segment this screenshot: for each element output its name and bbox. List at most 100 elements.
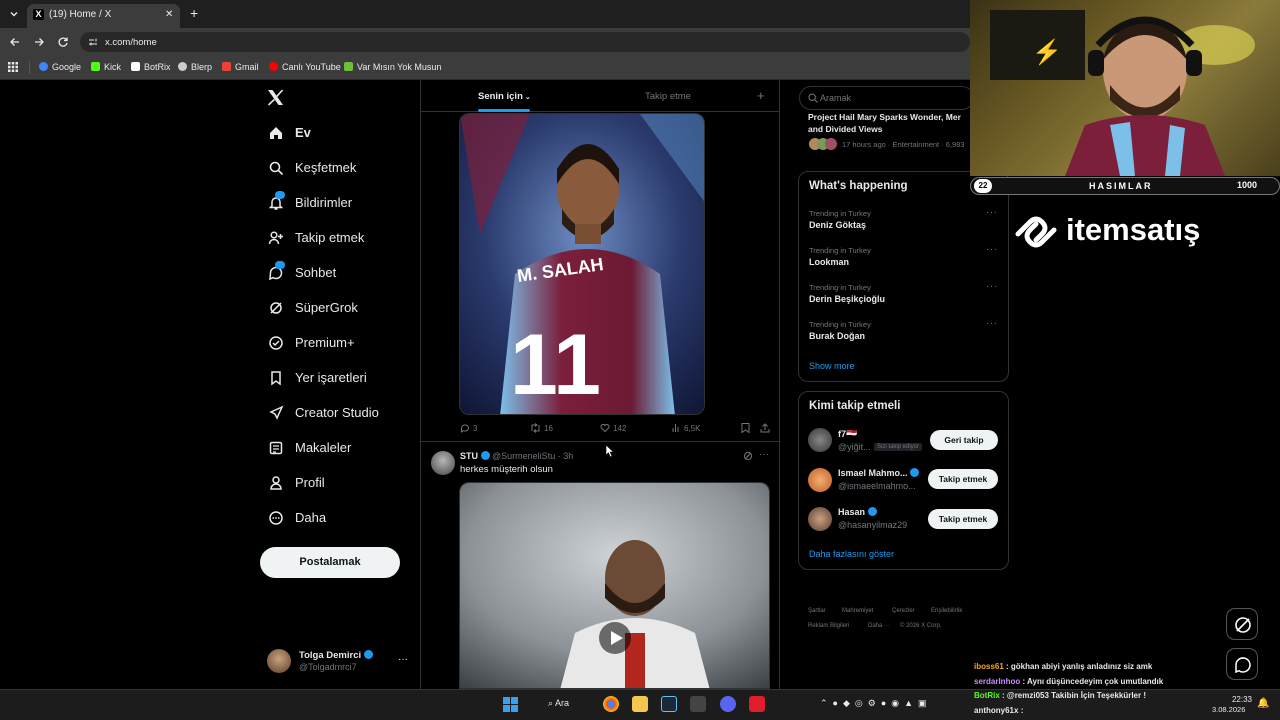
suggest-name-3[interactable]: Hasan	[838, 507, 877, 517]
taskbar-search[interactable]: ⌕ Ara	[548, 698, 569, 709]
new-tab-button[interactable]: +	[190, 5, 198, 21]
x-favicon-icon: X	[33, 9, 44, 20]
bookmark-icon	[268, 370, 284, 386]
notification-icon[interactable]: 🔔	[1257, 698, 1269, 709]
trend-more-icon[interactable]: ···	[986, 281, 998, 292]
tweet-image[interactable]: M. SALAH 11	[459, 113, 705, 415]
trend-more-icon[interactable]: ···	[986, 244, 998, 255]
bookmark-blerp[interactable]: Blerp	[178, 62, 212, 72]
footer-accessibility[interactable]: Erişilebilirlik	[931, 608, 962, 614]
sidebar-item-label: Yer işaretleri	[295, 370, 367, 385]
steam-icon[interactable]	[661, 696, 677, 712]
url-field[interactable]: x.com/home	[80, 32, 970, 52]
news-card[interactable]: Project Hail Mary Sparks Wonder, Mer and…	[799, 110, 974, 160]
taskbar-clock[interactable]: 22:33	[1222, 694, 1252, 705]
tab-senin-icin[interactable]: Senin için ⌄	[478, 91, 531, 102]
tweet2-more-icon[interactable]: ···	[759, 449, 769, 460]
reply-button[interactable]: 3	[460, 423, 477, 433]
bookmark-botrix[interactable]: BotRix	[131, 62, 171, 72]
footer-more[interactable]: Daha ···	[868, 623, 890, 629]
bookmark-youtube[interactable]: Canlı YouTube	[269, 62, 341, 72]
tab-close-icon[interactable]: ✕	[165, 9, 173, 20]
messages-fab[interactable]	[1226, 648, 1258, 680]
app-icon[interactable]	[690, 696, 706, 712]
search-box[interactable]: Aramak	[799, 86, 974, 110]
sidebar-item-takip-etmek[interactable]: Takip etmek	[268, 230, 408, 248]
footer-cookies[interactable]: Çerezler	[892, 608, 915, 614]
retweet-button[interactable]: 16	[530, 423, 553, 433]
sidebar-item-bildirimler[interactable]: Bildirimler	[268, 191, 408, 213]
follow-button[interactable]: Takip etmek	[928, 509, 998, 529]
like-button[interactable]: 142	[600, 423, 626, 433]
bookmark-tweet-icon[interactable]	[741, 423, 750, 433]
grok-icon[interactable]	[743, 451, 753, 461]
tab-list-chevron-icon[interactable]	[8, 8, 20, 20]
show-more-follow-link[interactable]: Daha fazlasını göster	[809, 549, 894, 559]
chrome-icon[interactable]	[603, 696, 619, 712]
tweet2-author[interactable]: STU	[460, 451, 478, 461]
tweet2-avatar[interactable]	[431, 451, 455, 475]
show-more-link[interactable]: Show more	[809, 361, 855, 371]
sidebar-item-ev[interactable]: Ev	[268, 125, 408, 143]
follow-button[interactable]: Takip etmek	[928, 469, 998, 489]
discord-icon[interactable]	[720, 696, 736, 712]
follows-you-badge: Sizi takip ediyor	[874, 443, 923, 451]
bookmark-google[interactable]: Google	[39, 62, 81, 72]
bookmark-kick[interactable]: Kick	[91, 62, 121, 72]
sidebar-item-premium-[interactable]: Premium+	[268, 335, 408, 353]
follow-back-button[interactable]: Geri takip	[930, 430, 998, 450]
add-tab-icon[interactable]: +	[757, 88, 765, 103]
sidebar-item-makaleler[interactable]: Makaleler	[268, 440, 408, 458]
person-icon	[268, 475, 284, 491]
bookmark-var-misin[interactable]: Var Mısın Yok Musun	[344, 62, 441, 72]
grok-fab[interactable]	[1226, 608, 1258, 640]
sidebar-item-süpergrok[interactable]: SüperGrok	[268, 300, 408, 318]
trend-item[interactable]: Deniz Göktaş	[809, 220, 866, 230]
views-button[interactable]: 6,5K	[671, 423, 700, 433]
notification-badge	[275, 191, 285, 199]
sidebar-item-creator-studio[interactable]: Creator Studio	[268, 405, 408, 423]
trend-item[interactable]: Burak Doğan	[809, 331, 865, 341]
obs-icon[interactable]	[749, 696, 765, 712]
bookmark-gmail[interactable]: Gmail	[222, 62, 259, 72]
avatar[interactable]	[808, 468, 832, 492]
sidebar-item-profil[interactable]: Profil	[268, 475, 408, 493]
avatar[interactable]	[808, 507, 832, 531]
footer-privacy[interactable]: Mahremiyet	[842, 608, 873, 614]
tweet2-text: herkes müşterih olsun	[460, 464, 553, 475]
windows-start-icon[interactable]	[503, 697, 518, 712]
browser-tab[interactable]: X (19) Home / X ✕	[27, 4, 180, 28]
whats-happening-card	[798, 171, 1009, 382]
file-explorer-icon[interactable]	[632, 696, 648, 712]
suggest-name-2[interactable]: Ismael Mahmo...	[838, 468, 920, 478]
sidebar-item-yer-işaretleri[interactable]: Yer işaretleri	[268, 370, 408, 388]
sidebar-item-label: Creator Studio	[295, 405, 379, 420]
x-logo-icon[interactable]	[267, 89, 284, 106]
back-icon[interactable]	[9, 36, 21, 48]
suggest-name-1[interactable]: f7🇪🇬	[838, 429, 857, 440]
forward-icon[interactable]	[33, 36, 45, 48]
tweet2-handle[interactable]: @SurmeneliStu	[492, 451, 555, 461]
footer-terms[interactable]: Şartlar	[808, 608, 826, 614]
trend-more-icon[interactable]: ···	[986, 207, 998, 218]
reload-icon[interactable]	[57, 36, 69, 48]
trend-more-icon[interactable]: ···	[986, 318, 998, 329]
post-button[interactable]: Postalamak	[260, 547, 400, 578]
apps-grid-icon[interactable]	[8, 62, 18, 72]
sidebar-item-sohbet[interactable]: Sohbet	[268, 261, 408, 283]
google-icon	[39, 62, 48, 71]
trend-item[interactable]: Derin Beşikçioğlu	[809, 294, 885, 304]
footer-ads[interactable]: Reklam Bilgileri	[808, 623, 849, 629]
sidebar-item-keşfetmek[interactable]: Keşfetmek	[268, 160, 408, 178]
share-icon[interactable]	[760, 423, 770, 433]
site-info-icon[interactable]	[88, 37, 98, 47]
avatar[interactable]	[808, 428, 832, 452]
tray-icons[interactable]: ⌃●◆◎⚙●◉▲▣	[820, 698, 932, 709]
tab-takip-etme[interactable]: Takip etme	[645, 91, 691, 102]
sidebar-item-daha[interactable]: Daha	[268, 510, 408, 528]
trend-item[interactable]: Lookman	[809, 257, 849, 267]
account-switcher[interactable]: Tolga Demirci @Tolgadmrci7 ···	[262, 645, 412, 677]
play-icon[interactable]	[599, 622, 631, 654]
tweet-video[interactable]	[459, 482, 770, 689]
account-more-icon[interactable]: ···	[398, 654, 408, 665]
